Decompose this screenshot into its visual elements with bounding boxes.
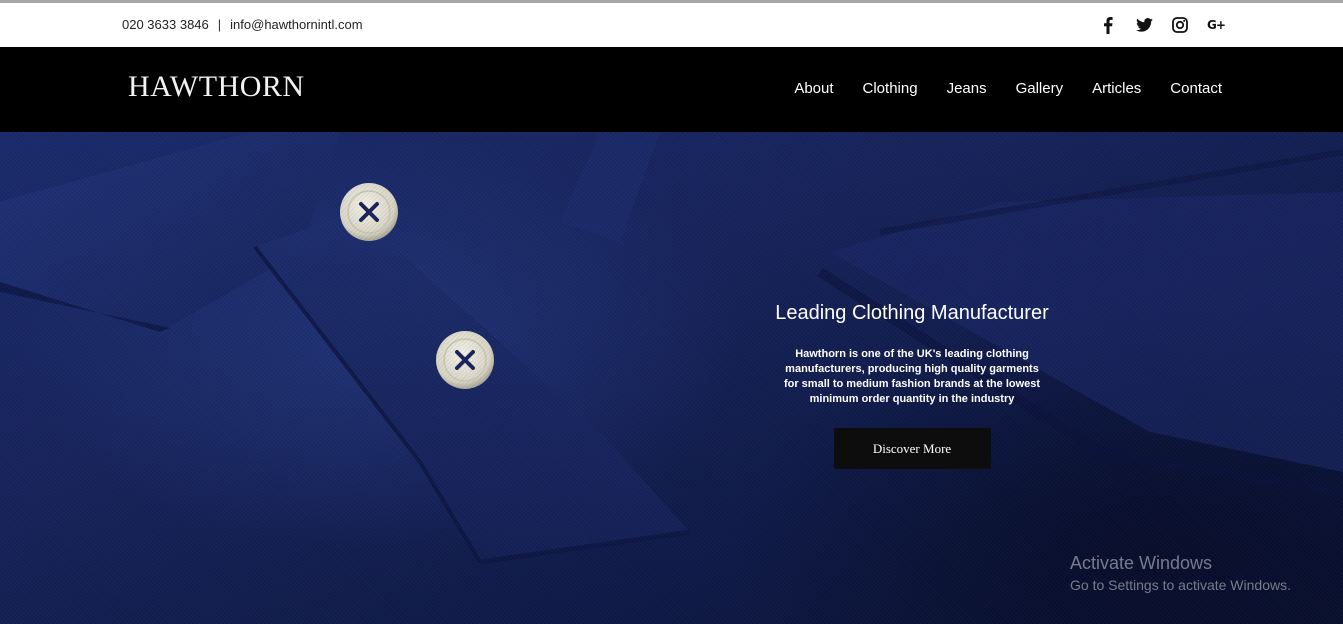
social-links: G+ xyxy=(1099,16,1226,34)
instagram-icon[interactable] xyxy=(1171,16,1189,34)
hero-title: Leading Clothing Manufacturer xyxy=(775,302,1049,324)
google-plus-icon[interactable]: G+ xyxy=(1207,16,1226,34)
hero-description: Hawthorn is one of the UK's leading clot… xyxy=(783,348,1041,405)
hero-content: Leading Clothing Manufacturer Hawthorn i… xyxy=(762,302,1062,469)
watermark-title: Activate Windows xyxy=(1070,553,1213,573)
nav-item-clothing[interactable]: Clothing xyxy=(863,80,918,97)
fabric-texture xyxy=(0,132,1343,624)
email-link[interactable]: info@hawthornintl.com xyxy=(230,17,362,32)
hero-banner: Leading Clothing Manufacturer Hawthorn i… xyxy=(0,132,1343,624)
nav-item-jeans[interactable]: Jeans xyxy=(947,80,987,97)
contact-info: 020 3633 3846 | info@hawthornintl.com xyxy=(122,17,363,32)
main-menu: About Clothing Jeans Gallery Articles Co… xyxy=(794,80,1222,97)
nav-item-gallery[interactable]: Gallery xyxy=(1016,80,1064,97)
nav-item-contact[interactable]: Contact xyxy=(1170,80,1222,97)
nav-item-about[interactable]: About xyxy=(794,80,833,97)
windows-activation-watermark: Activate Windows Go to Settings to activ… xyxy=(1070,553,1291,593)
site-logo[interactable]: HAWTHORN xyxy=(128,70,305,104)
phone-number[interactable]: 020 3633 3846 xyxy=(122,17,209,32)
main-navbar: HAWTHORN About Clothing Jeans Gallery Ar… xyxy=(0,47,1343,132)
top-contact-bar: 020 3633 3846 | info@hawthornintl.com G+ xyxy=(0,3,1343,47)
nav-item-articles[interactable]: Articles xyxy=(1092,80,1141,97)
facebook-icon[interactable] xyxy=(1099,16,1117,34)
twitter-icon[interactable] xyxy=(1135,16,1153,34)
discover-more-button[interactable]: Discover More xyxy=(833,428,991,469)
watermark-subtitle: Go to Settings to activate Windows. xyxy=(1070,577,1291,593)
contact-separator: | xyxy=(217,17,222,32)
